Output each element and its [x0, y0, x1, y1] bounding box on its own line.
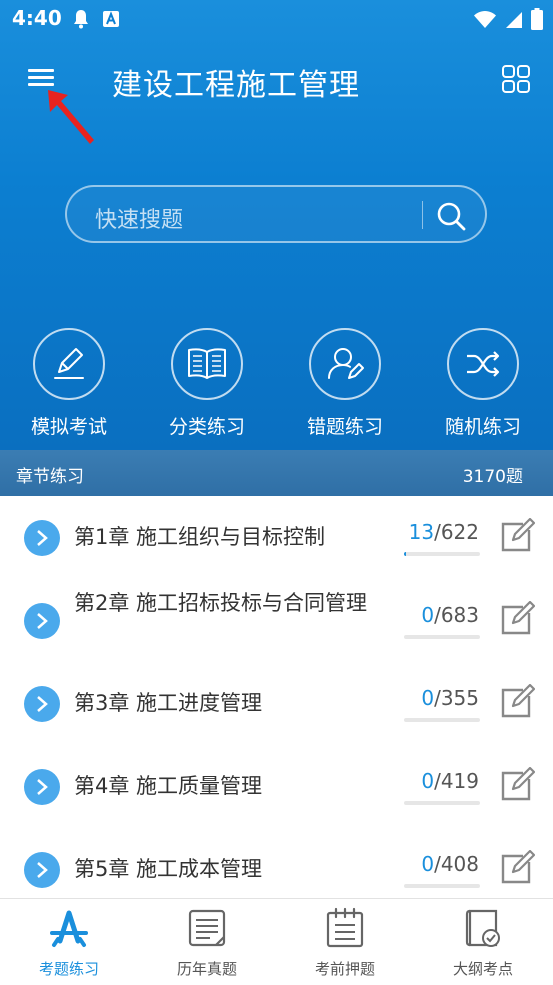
- chapter-title: 第4章 施工质量管理: [74, 774, 263, 798]
- tab-syllabus-points[interactable]: 大纲考点: [428, 907, 538, 979]
- chapter-title: 第1章 施工组织与目标控制: [74, 525, 326, 549]
- tab-past-exams[interactable]: 历年真题: [152, 907, 262, 979]
- chapter-progress-text: 0/683: [421, 603, 479, 627]
- tab-label: 大纲考点: [452, 960, 513, 978]
- outline-check-icon: [465, 909, 500, 947]
- chapter-progress-bar: [404, 718, 480, 722]
- random-practice-button[interactable]: 随机练习: [433, 328, 533, 439]
- bottom-tab-bar: 考题练习 历年真题 考前押题 大纲考点: [0, 898, 553, 985]
- category-practice-button[interactable]: 分类练习: [157, 328, 257, 439]
- calendar-list-icon: [326, 907, 364, 948]
- pencil-icon: [54, 348, 84, 379]
- chapter-row[interactable]: 第4章 施工质量管理 0/419: [0, 745, 553, 828]
- wifi-icon: [474, 11, 496, 28]
- document-icon: [188, 909, 226, 947]
- section-title: 章节练习: [16, 467, 84, 487]
- search-input[interactable]: 快速搜题: [65, 185, 487, 243]
- tab-label: 考前押题: [314, 960, 375, 978]
- book-icon: [188, 348, 226, 379]
- chapter-progress-text: 0/419: [421, 769, 479, 793]
- progress-fill: [404, 552, 406, 556]
- mock-exam-label: 模拟考试: [30, 416, 107, 438]
- tab-label: 考题练习: [38, 960, 99, 978]
- chapter-progress-bar: [404, 635, 480, 639]
- chapter-progress-bar: [404, 552, 480, 556]
- chapter-progress-text: 0/408: [421, 852, 479, 876]
- chevron-right-icon: [24, 520, 60, 556]
- status-time: 4:40: [12, 6, 62, 30]
- chapter-title: 第5章 施工成本管理: [74, 857, 263, 881]
- notification-bell-icon: [74, 10, 88, 29]
- category-practice-label: 分类练习: [168, 416, 245, 438]
- search-icon[interactable]: [435, 200, 467, 232]
- chapter-row[interactable]: 第3章 施工进度管理 0/355: [0, 662, 553, 745]
- edit-icon[interactable]: [499, 518, 535, 554]
- chevron-right-icon: [24, 603, 60, 639]
- edit-icon[interactable]: [499, 850, 535, 886]
- user-edit-icon: [328, 348, 364, 379]
- chapter-row[interactable]: 第2章 施工招标投标与合同管理 0/683: [0, 579, 553, 662]
- app-badge-icon: [103, 11, 119, 27]
- chevron-right-icon: [24, 852, 60, 888]
- tab-exam-practice[interactable]: 考题练习: [14, 907, 124, 979]
- section-count: 3170题: [462, 467, 523, 487]
- mock-exam-button[interactable]: 模拟考试: [19, 328, 119, 439]
- chapter-title: 第2章 施工招标投标与合同管理: [74, 591, 368, 615]
- shuffle-icon: [467, 351, 500, 377]
- edit-icon[interactable]: [499, 767, 535, 803]
- chevron-right-icon: [24, 686, 60, 722]
- battery-icon: [531, 8, 543, 30]
- chapter-progress-text: 13/622: [408, 520, 479, 544]
- page-title: 建设工程施工管理: [112, 68, 360, 103]
- edit-icon[interactable]: [499, 684, 535, 720]
- status-bar: 4:40: [0, 0, 553, 38]
- random-practice-label: 随机练习: [444, 416, 521, 438]
- tab-label: 历年真题: [176, 960, 237, 978]
- grid-menu-icon[interactable]: [501, 64, 531, 94]
- chapter-title: 第3章 施工进度管理: [74, 691, 263, 715]
- search-divider: [422, 201, 423, 229]
- chapter-progress-bar: [404, 801, 480, 805]
- chapter-progress-text: 0/355: [421, 686, 479, 710]
- cell-signal-icon: [506, 12, 522, 28]
- chevron-right-icon: [24, 769, 60, 805]
- wrong-questions-button[interactable]: 错题练习: [295, 328, 395, 439]
- annotation-arrow-icon: [48, 90, 94, 144]
- chapter-section-header: 章节练习 3170题: [0, 450, 553, 496]
- search-placeholder: 快速搜题: [95, 208, 184, 233]
- edit-icon[interactable]: [499, 601, 535, 637]
- tab-predicted-questions[interactable]: 考前押题: [290, 907, 400, 979]
- wrong-questions-label: 错题练习: [306, 416, 383, 438]
- chapter-row[interactable]: 第1章 施工组织与目标控制 13/622: [0, 496, 553, 579]
- exam-icon: [50, 910, 88, 947]
- chapter-progress-bar: [404, 884, 480, 888]
